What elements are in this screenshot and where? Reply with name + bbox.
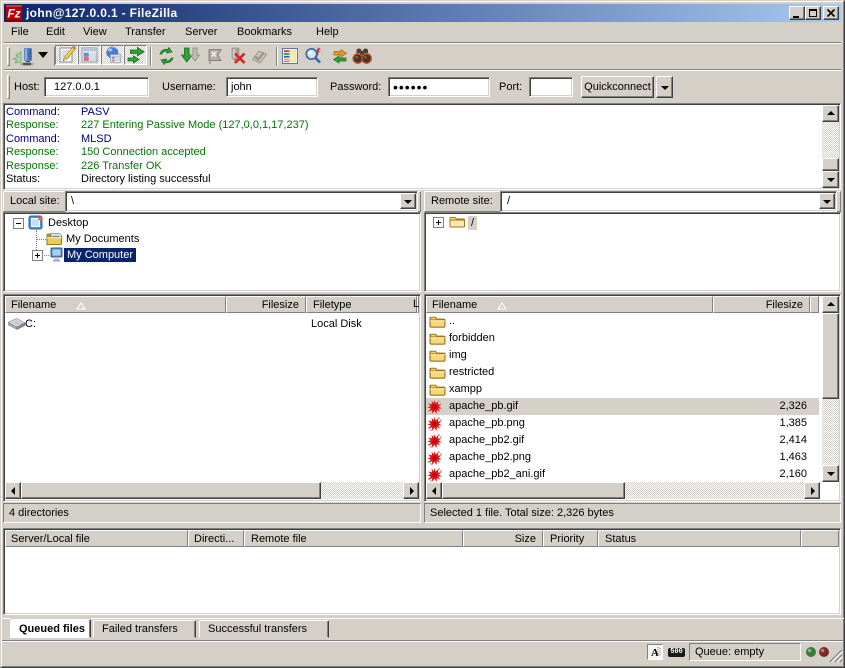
svg-text:Fz: Fz	[7, 7, 20, 21]
